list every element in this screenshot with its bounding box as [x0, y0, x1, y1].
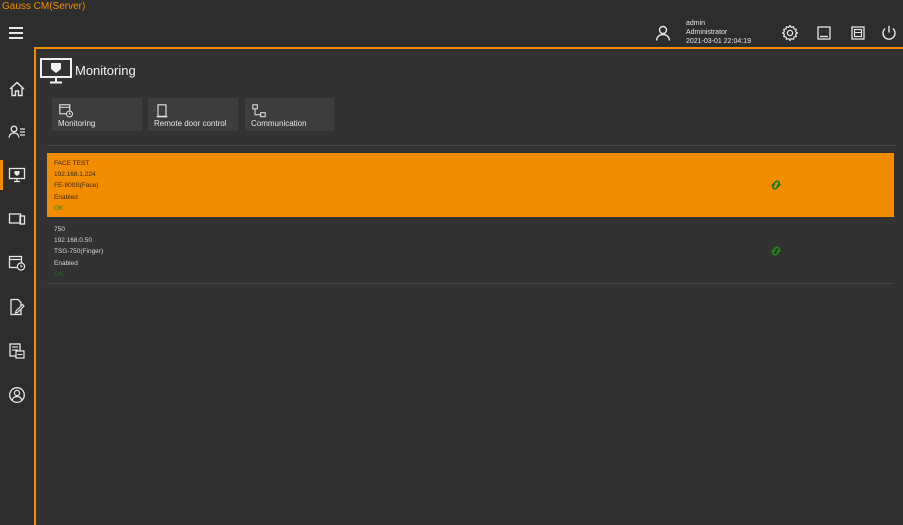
sidebar-item-account[interactable] [0, 376, 34, 414]
user-text: admin Administrator 2021-03-01 22:04:19 [686, 19, 751, 46]
users-list-icon [8, 125, 25, 138]
edit-document-icon [10, 298, 25, 316]
monitor-icon [8, 167, 26, 183]
schedule-icon [8, 255, 26, 271]
tab-monitoring-label: Monitoring [58, 119, 96, 128]
sidebar-item-home[interactable] [0, 70, 34, 108]
page-title: Monitoring [75, 63, 136, 78]
sidebar-item-reports[interactable] [0, 332, 34, 370]
device-info: FACE TEST 192.168.1.224 FE-800S(Face) En… [54, 158, 98, 214]
network-icon [252, 104, 266, 118]
row-divider [47, 283, 894, 284]
device-name: 750 [54, 226, 65, 233]
section-divider [47, 145, 896, 146]
settings-gear-icon[interactable] [781, 24, 799, 42]
door-icon [156, 104, 168, 118]
device-model: TSG-750(Finger) [54, 248, 104, 256]
tab-communication-label: Communication [251, 119, 307, 128]
power-icon[interactable] [880, 24, 898, 42]
home-icon [9, 81, 25, 97]
device-status: OK [54, 204, 64, 212]
device-info: 750 192.168.0.50 TSG-750(Finger) Enabled… [54, 224, 103, 280]
user-icon[interactable] [655, 25, 671, 41]
panel-icon[interactable] [815, 24, 833, 42]
current-datetime: 2021-03-01 22:04:19 [686, 38, 751, 45]
hamburger-menu-icon[interactable] [9, 27, 23, 39]
device-state: Enabled [54, 259, 78, 267]
user-role: Administrator [686, 29, 728, 36]
sidebar-item-monitoring[interactable] [0, 156, 34, 194]
top-bar: admin Administrator 2021-03-01 22:04:19 [0, 16, 903, 48]
user-name: admin [686, 20, 706, 27]
title-bar: Gauss CM(Server) [0, 0, 903, 16]
sidebar [0, 48, 34, 525]
monitoring-clock-icon [59, 104, 73, 118]
device-name: FACE TEST [54, 160, 90, 167]
device-icon [8, 213, 26, 225]
device-ip: 192.168.0.50 [54, 237, 92, 245]
device-ip: 192.168.1.224 [54, 171, 96, 179]
connected-link-icon [771, 246, 781, 256]
tab-monitoring[interactable]: Monitoring [52, 98, 142, 131]
device-row-750[interactable]: 750 192.168.0.50 TSG-750(Finger) Enabled… [47, 219, 894, 283]
account-icon [9, 387, 25, 403]
sidebar-item-devices[interactable] [0, 200, 34, 238]
device-row-face-test[interactable]: FACE TEST 192.168.1.224 FE-800S(Face) En… [47, 153, 894, 217]
tab-communication[interactable]: Communication [245, 98, 334, 131]
tab-remote-door-control-label: Remote door control [154, 119, 227, 128]
report-icon [9, 343, 25, 359]
window-icon[interactable] [849, 24, 867, 42]
connected-link-icon [771, 180, 781, 190]
sidebar-item-schedule[interactable] [0, 244, 34, 282]
app-window: Gauss CM(Server) admin Administrator 202… [0, 0, 903, 525]
sidebar-item-users[interactable] [0, 113, 34, 151]
monitor-title-icon [40, 58, 72, 84]
device-model: FE-800S(Face) [54, 182, 99, 190]
sidebar-item-edit[interactable] [0, 288, 34, 326]
window-title: Gauss CM(Server) [2, 1, 86, 12]
device-status: OK [54, 270, 64, 278]
device-state: Enabled [54, 193, 78, 201]
tab-remote-door-control[interactable]: Remote door control [148, 98, 238, 131]
